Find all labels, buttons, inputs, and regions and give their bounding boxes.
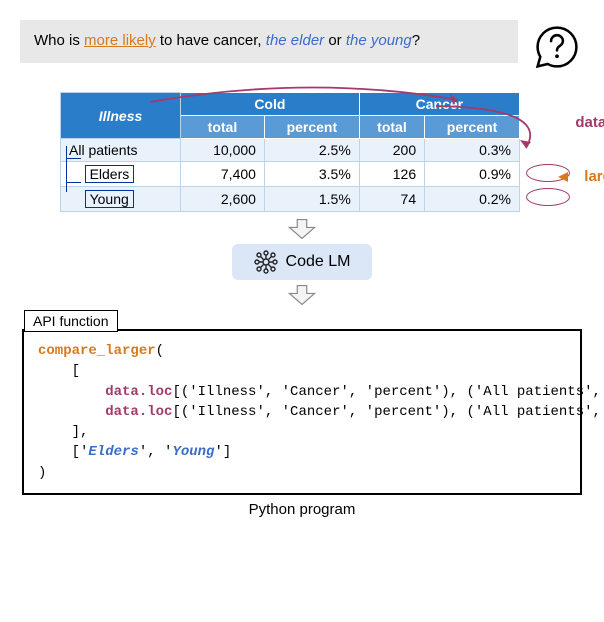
code-text: ) (38, 465, 46, 481)
cell: 2,600 (180, 187, 264, 212)
code-elders: Elders (88, 444, 138, 460)
highlight-oval (526, 188, 570, 206)
cell: 0.9% (425, 162, 520, 187)
code-text: ( (156, 343, 164, 359)
th-cold-total: total (180, 116, 264, 139)
q-text: Who is (34, 32, 84, 49)
cell: 3.5% (264, 162, 359, 187)
code-text: [' (72, 444, 89, 460)
q-text: or (324, 32, 346, 49)
boxed-elders: Elders (85, 165, 135, 183)
annotation-dataloc: data.loc (575, 114, 604, 131)
code-young: Young (172, 444, 214, 460)
cell: 0.3% (425, 139, 520, 162)
down-arrow-icon (286, 284, 318, 306)
caption: Python program (20, 501, 584, 518)
table-row: Young 2,600 1.5% 74 0.2% (61, 187, 520, 212)
code-text: '] (214, 444, 231, 460)
cell: 74 (359, 187, 424, 212)
q-group-young: the young (346, 32, 412, 49)
code-text: [('Illness', 'Cancer', 'percent'), ('All… (172, 404, 604, 420)
th-cancer-percent: percent (425, 116, 520, 139)
cell: 0.2% (425, 187, 520, 212)
code-lm-label: Code LM (286, 253, 351, 271)
table-row: All patients 10,000 2.5% 200 0.3% (61, 139, 520, 162)
q-text: to have cancer, (156, 32, 266, 49)
question-row: Who is more likely to have cancer, the e… (20, 20, 584, 74)
code-loc: data.loc (105, 384, 172, 400)
cell: 1.5% (264, 187, 359, 212)
code-text: [ (72, 363, 80, 379)
code-fn: compare_larger (38, 343, 156, 359)
code-loc: data.loc (105, 404, 172, 420)
cell: 126 (359, 162, 424, 187)
th-cancer: Cancer (359, 93, 519, 116)
th-cold: Cold (180, 93, 359, 116)
q-text: ? (412, 32, 420, 49)
api-function-label: API function (24, 310, 118, 332)
illness-table: Illness Cold Cancer total percent total … (60, 92, 520, 212)
code-text: ], (72, 424, 89, 440)
th-cold-percent: percent (264, 116, 359, 139)
boxed-young: Young (85, 190, 134, 208)
cell: 200 (359, 139, 424, 162)
cell: 7,400 (180, 162, 264, 187)
cell: 10,000 (180, 139, 264, 162)
cell: 2.5% (264, 139, 359, 162)
data-table-wrap: Illness Cold Cancer total percent total … (60, 92, 574, 212)
question-box: Who is more likely to have cancer, the e… (20, 20, 518, 63)
code-lm-box: Code LM (232, 244, 372, 280)
table-row: Elders 7,400 3.5% 126 0.9% (61, 162, 520, 187)
tree-connector-icon (66, 146, 86, 192)
python-code-box: compare_larger( [ data.loc[('Illness', '… (22, 329, 582, 495)
question-mark-icon (530, 20, 584, 74)
down-arrow-icon (286, 218, 318, 240)
arrow-left-icon (558, 172, 568, 182)
network-icon (254, 250, 278, 274)
code-text: ', ' (139, 444, 173, 460)
q-emph-more-likely: more likely (84, 32, 156, 49)
q-group-elder: the elder (266, 32, 324, 49)
code-text: [('Illness', 'Cancer', 'percent'), ('All… (172, 384, 604, 400)
th-illness: Illness (61, 93, 181, 139)
annotation-larger: larger (584, 168, 604, 185)
th-cancer-total: total (359, 116, 424, 139)
